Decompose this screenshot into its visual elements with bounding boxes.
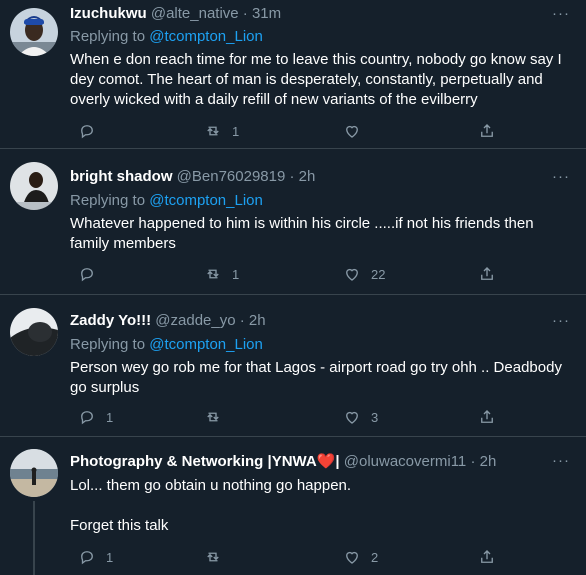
reply-count: 1	[106, 409, 114, 425]
share-icon	[481, 124, 493, 137]
tweet-text-line: Forget this talk	[70, 517, 169, 534]
user-handle[interactable]: @alte_native	[151, 5, 239, 22]
tweet-actions: 1	[70, 121, 510, 141]
like-button[interactable]: 3	[343, 407, 378, 427]
more-options-icon[interactable]: ···	[552, 312, 570, 329]
mention-link[interactable]: @tcompton_Lion	[149, 336, 263, 353]
like-button[interactable]: 2	[343, 547, 378, 567]
separator-dot: ·	[239, 312, 245, 329]
tweet-text: Person wey go rob me for that Lagos - ai…	[70, 359, 562, 396]
replying-to-label: Replying to	[70, 192, 146, 209]
mention-link[interactable]: @tcompton_Lion	[149, 28, 263, 45]
reply-icon	[81, 125, 93, 139]
timestamp[interactable]: 2h	[249, 312, 266, 329]
share-icon	[481, 267, 493, 280]
like-count: 3	[371, 409, 379, 425]
like-button[interactable]: 22	[343, 264, 385, 284]
tweet-actions: 1 22	[70, 264, 510, 284]
share-icon	[481, 410, 493, 423]
heart-icon	[346, 551, 358, 564]
display-name[interactable]: Izuchukwu	[70, 5, 147, 22]
share-button[interactable]	[478, 407, 496, 427]
heart-icon	[346, 125, 358, 138]
timestamp[interactable]: 2h	[480, 453, 497, 470]
display-name-suffix: |	[335, 453, 340, 470]
display-name[interactable]: Photography & Networking |YNWA❤️|	[70, 453, 340, 470]
replying-to-label: Replying to	[70, 28, 146, 45]
retweet-button[interactable]	[204, 547, 232, 567]
separator-dot: ·	[289, 168, 295, 185]
share-button[interactable]	[478, 121, 496, 141]
reply-count: 1	[106, 549, 114, 565]
replying-to: Replying to @tcompton_Lion	[70, 28, 263, 45]
tweet-actions: 1 3	[70, 407, 510, 427]
reply-button[interactable]: 1	[78, 547, 113, 567]
replying-to: Replying to @tcompton_Lion	[70, 336, 263, 353]
retweet-button[interactable]: 1	[204, 264, 239, 284]
tweet-header: bright shadow @Ben76029819 · 2h	[70, 168, 315, 185]
retweet-icon	[207, 552, 219, 562]
share-icon	[481, 550, 493, 563]
display-name[interactable]: bright shadow	[70, 168, 173, 185]
replying-to-label: Replying to	[70, 336, 146, 353]
share-button[interactable]	[478, 547, 496, 567]
reply-icon	[81, 551, 93, 565]
reply-icon	[81, 411, 93, 425]
tweet[interactable]: Photography & Networking |YNWA❤️| @oluwa…	[0, 437, 586, 575]
share-button[interactable]	[478, 264, 496, 284]
separator-dot: ·	[242, 5, 248, 22]
avatar[interactable]	[10, 449, 58, 497]
heart-icon	[346, 411, 358, 424]
tweet-header: Izuchukwu @alte_native · 31m	[70, 5, 281, 22]
display-name-text: Photography & Networking |YNWA	[70, 453, 317, 470]
avatar[interactable]	[10, 162, 58, 210]
reply-button[interactable]	[78, 264, 106, 284]
tweet-text: When e don reach time for me to leave th…	[70, 51, 562, 108]
thread-line	[33, 501, 35, 575]
user-handle[interactable]: @Ben76029819	[177, 168, 286, 185]
tweet[interactable]: bright shadow @Ben76029819 · 2h ··· Repl…	[0, 149, 586, 295]
timestamp[interactable]: 2h	[299, 168, 316, 185]
tweet-text-line: Lol... them go obtain u nothing go happe…	[70, 477, 352, 494]
separator-dot: ·	[470, 453, 476, 470]
retweet-icon	[207, 412, 219, 422]
more-options-icon[interactable]: ···	[552, 168, 570, 185]
avatar[interactable]	[10, 8, 58, 56]
like-count: 22	[371, 266, 386, 282]
tweet-text: Whatever happened to him is within his c…	[70, 215, 534, 252]
mention-link[interactable]: @tcompton_Lion	[149, 192, 263, 209]
replying-to: Replying to @tcompton_Lion	[70, 192, 263, 209]
tweet-header: Photography & Networking |YNWA❤️| @oluwa…	[70, 452, 496, 470]
user-handle[interactable]: @oluwacovermi11	[344, 453, 467, 470]
tweet-text: Lol... them go obtain u nothing go happe…	[70, 476, 570, 536]
retweet-button[interactable]	[204, 407, 232, 427]
tweet-actions: 1 2	[70, 547, 510, 567]
timestamp[interactable]: 31m	[252, 5, 281, 22]
more-options-icon[interactable]: ···	[552, 452, 570, 469]
like-button[interactable]	[343, 121, 371, 141]
tweet-header: Zaddy Yo!!! @zadde_yo · 2h	[70, 312, 266, 329]
tweet[interactable]: Zaddy Yo!!! @zadde_yo · 2h ··· Replying …	[0, 295, 586, 437]
reply-icon	[81, 268, 93, 282]
tweet[interactable]: Izuchukwu @alte_native · 31m ··· Replyin…	[0, 0, 586, 149]
like-count: 2	[371, 549, 379, 565]
heart-icon	[346, 268, 358, 281]
retweet-count: 1	[232, 123, 240, 139]
red-heart-emoji: ❤️	[316, 453, 336, 470]
retweet-button[interactable]: 1	[204, 121, 239, 141]
retweet-count: 1	[232, 266, 240, 282]
reply-button[interactable]	[78, 121, 106, 141]
retweet-icon	[207, 126, 219, 136]
user-handle[interactable]: @zadde_yo	[155, 312, 235, 329]
retweet-icon	[207, 269, 219, 279]
more-options-icon[interactable]: ···	[552, 5, 570, 22]
reply-button[interactable]: 1	[78, 407, 113, 427]
display-name[interactable]: Zaddy Yo!!!	[70, 312, 151, 329]
avatar[interactable]	[10, 308, 58, 356]
